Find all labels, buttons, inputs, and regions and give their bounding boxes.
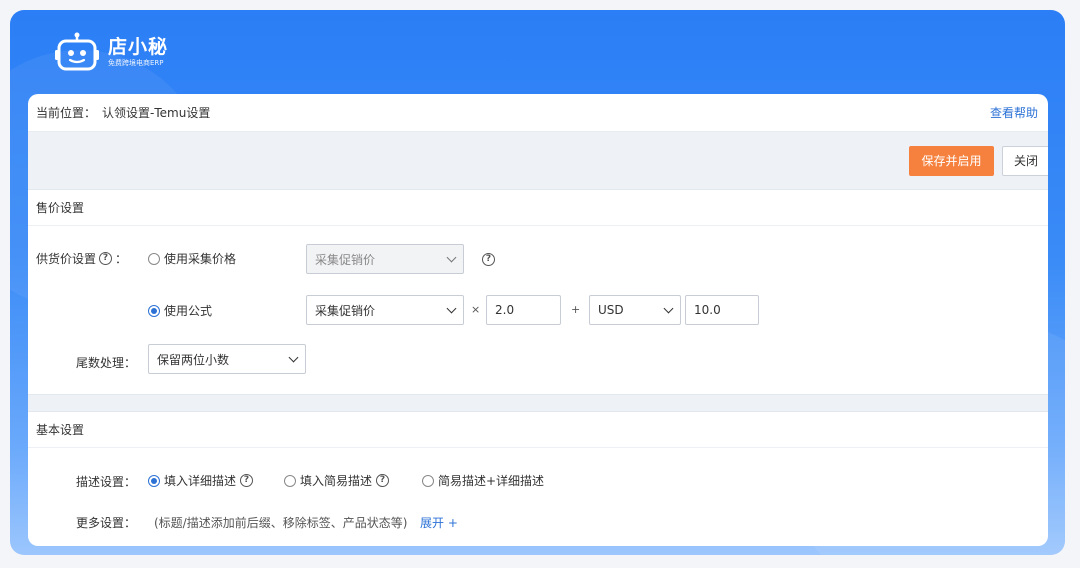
chevron-down-icon — [663, 303, 674, 313]
radio-label: 填入详细描述 — [164, 474, 237, 488]
radio-use-formula[interactable]: 使用公式 — [148, 302, 212, 319]
more-settings-label: 更多设置： — [76, 516, 137, 530]
select-value: 采集促销价 — [315, 303, 376, 318]
breadcrumb-prefix: 当前位置： — [36, 106, 97, 120]
radio-dot[interactable] — [284, 474, 296, 487]
radio-fill-detail-desc[interactable]: 填入详细描述 ? — [148, 472, 254, 489]
rounding-row: 尾数处理： 保留两位小数 — [28, 340, 1048, 394]
help-circle-icon[interactable]: ? — [376, 474, 390, 487]
radio-simple-plus-detail[interactable]: 简易描述+详细描述 — [422, 472, 544, 489]
radio-fill-simple-desc[interactable]: 填入简易描述 ? — [284, 472, 390, 489]
radio-label: 使用采集价格 — [164, 252, 237, 266]
radio-dot-checked[interactable] — [148, 474, 160, 487]
toolbar: 保存并启用 关闭 — [28, 132, 1048, 190]
settings-panel: 当前位置： 认领设置-Temu设置 查看帮助 保存并启用 关闭 售价设置 供货价… — [28, 94, 1048, 546]
multiplier-input[interactable]: 2.0 — [486, 295, 561, 325]
expand-link[interactable]: 展开 + — [420, 514, 458, 531]
chevron-down-icon — [446, 252, 457, 262]
multiply-sign: × — [471, 303, 481, 316]
more-settings-hint: (标题/描述添加前后缀、移除标签、产品状态等) — [154, 516, 408, 530]
close-button[interactable]: 关闭 — [1002, 145, 1048, 176]
radio-label: 填入简易描述 — [300, 474, 373, 488]
currency-select[interactable]: USD — [589, 295, 681, 325]
brand-name: 店小秘 — [108, 36, 169, 58]
formula-base-select[interactable]: 采集促销价 — [306, 295, 464, 325]
section-divider — [28, 394, 1048, 412]
price-section-title: 售价设置 — [28, 190, 1048, 226]
radio-dot-checked[interactable] — [148, 304, 160, 317]
formula-row: 使用公式 采集促销价 × 2.0 + USD 10.0 — [28, 290, 1048, 340]
radio-use-collect-price[interactable]: 使用采集价格 — [148, 250, 236, 267]
supply-price-label-text: 供货价设置 — [36, 252, 97, 266]
save-enable-button[interactable]: 保存并启用 — [909, 145, 994, 176]
more-settings-row: 更多设置： (标题/描述添加前后缀、移除标签、产品状态等) 展开 + — [28, 510, 1048, 546]
select-value: USD — [598, 303, 624, 317]
plus-sign: + — [571, 303, 581, 316]
brand-logo: 店小秘 免费跨境电商ERP — [54, 32, 168, 72]
basic-section-title: 基本设置 — [28, 412, 1048, 448]
supply-price-label: 供货价设置 ? ： — [36, 250, 127, 267]
supply-price-row: 供货价设置 ? ： 使用采集价格 采集促销价 ? — [28, 226, 1048, 290]
rounding-select[interactable]: 保留两位小数 — [148, 344, 306, 374]
help-link[interactable]: 查看帮助 — [990, 104, 1038, 121]
chevron-down-icon — [288, 352, 299, 362]
breadcrumb: 当前位置： 认领设置-Temu设置 查看帮助 — [28, 94, 1048, 132]
description-row: 描述设置： 填入详细描述 ? 填入简易描述 ? 简易描述+详细描述 — [28, 448, 1048, 510]
chevron-down-icon — [446, 303, 457, 313]
app-frame: 店小秘 免费跨境电商ERP 当前位置： 认领设置-Temu设置 查看帮助 保存并… — [10, 10, 1065, 555]
select-value: 采集促销价 — [315, 252, 376, 267]
robot-icon — [55, 32, 99, 71]
brand-slogan: 免费跨境电商ERP — [108, 59, 164, 67]
addend-input[interactable]: 10.0 — [685, 295, 759, 325]
supply-price-colon: ： — [115, 252, 128, 266]
collect-price-select: 采集促销价 — [306, 244, 464, 274]
breadcrumb-path: 认领设置-Temu设置 — [102, 106, 211, 120]
select-value: 保留两位小数 — [157, 352, 230, 367]
help-circle-icon[interactable]: ? — [240, 474, 254, 487]
help-circle-icon[interactable]: ? — [99, 252, 113, 265]
help-circle-icon[interactable]: ? — [482, 253, 495, 266]
description-label: 描述设置： — [76, 475, 137, 489]
radio-dot[interactable] — [422, 474, 434, 487]
radio-label: 使用公式 — [164, 304, 213, 318]
radio-label: 简易描述+详细描述 — [438, 474, 545, 488]
radio-dot[interactable] — [148, 252, 160, 265]
rounding-label: 尾数处理： — [76, 356, 137, 370]
